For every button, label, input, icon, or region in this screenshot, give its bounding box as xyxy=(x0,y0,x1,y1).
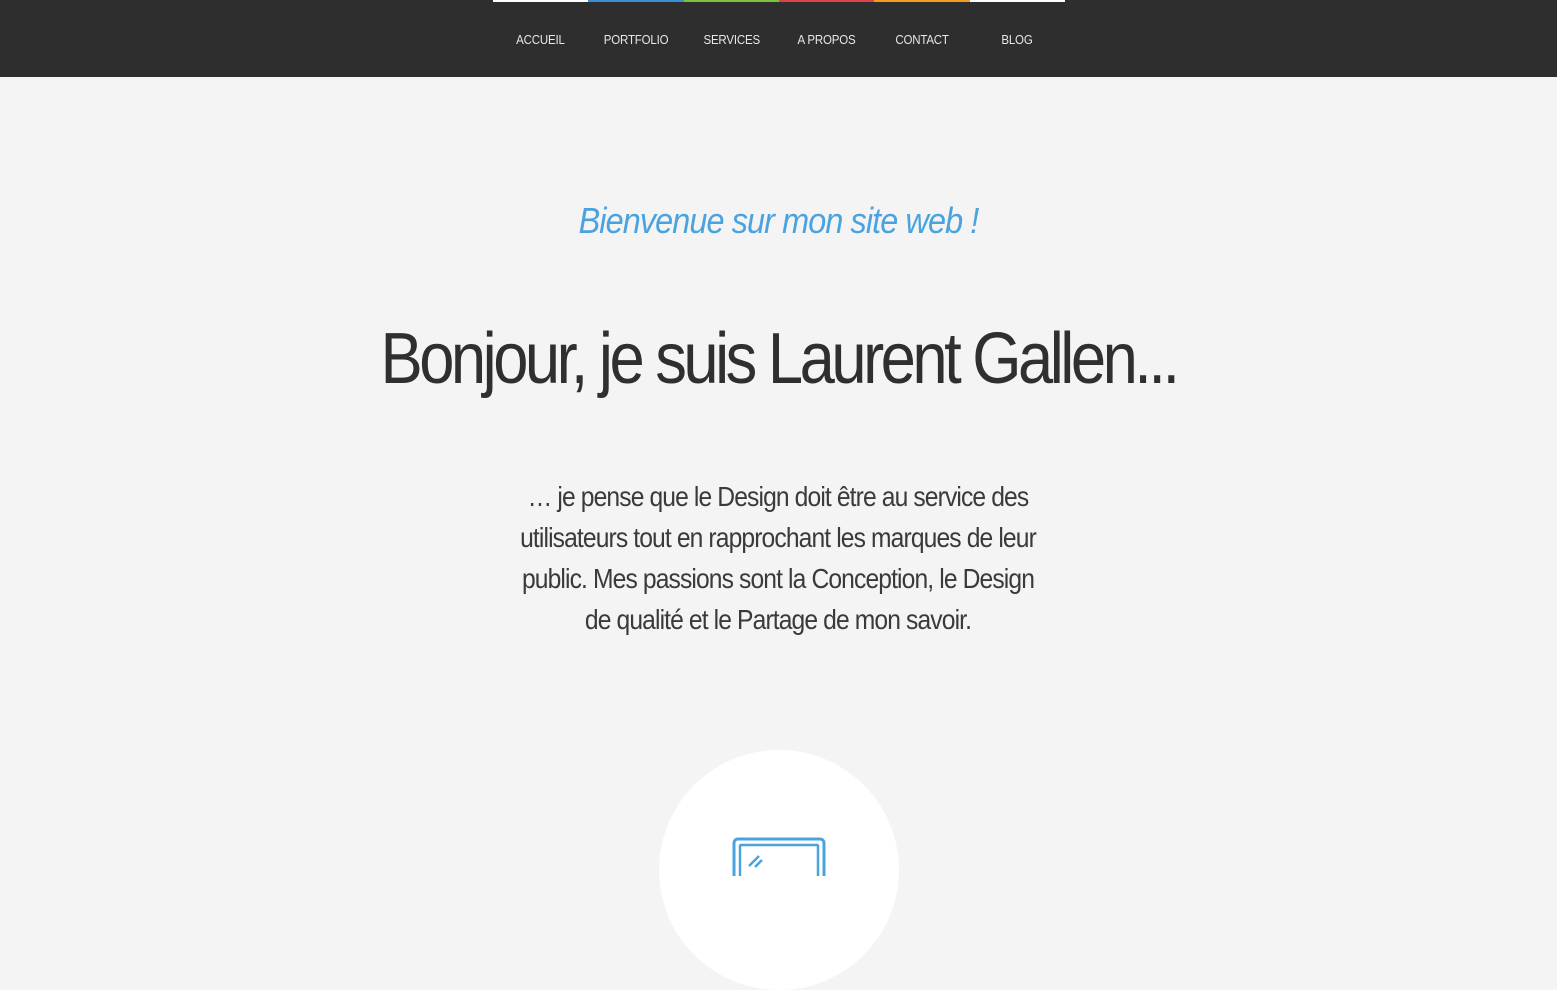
nav-label: SERVICES xyxy=(703,32,760,47)
monitor-icon xyxy=(732,837,826,876)
nav-label: ACCUEIL xyxy=(516,32,565,47)
top-navigation-bar: ACCUEIL PORTFOLIO SERVICES A PROPOS CONT… xyxy=(0,0,1557,77)
nav-item-services[interactable]: SERVICES xyxy=(683,0,779,77)
nav-item-a-propos[interactable]: A PROPOS xyxy=(778,0,875,77)
nav-label: CONTACT xyxy=(895,32,949,47)
nav-stripe xyxy=(874,0,970,2)
nav-stripe xyxy=(588,0,684,2)
page-headline: Bonjour, je suis Laurent Gallen... xyxy=(380,319,1180,399)
nav-stripe xyxy=(683,0,779,2)
nav-label: A PROPOS xyxy=(797,32,856,47)
nav-item-contact[interactable]: CONTACT xyxy=(874,0,970,77)
nav-stripe xyxy=(493,0,589,2)
welcome-tagline: Bienvenue sur mon site web ! xyxy=(578,200,980,241)
nav-label: PORTFOLIO xyxy=(603,32,669,47)
intro-paragraph: … je pense que le Design doit être au se… xyxy=(520,481,1037,635)
nav-stripe xyxy=(969,0,1065,2)
nav-item-accueil[interactable]: ACCUEIL xyxy=(493,0,589,77)
nav-label: BLOG xyxy=(1001,32,1033,47)
nav-item-blog[interactable]: BLOG xyxy=(969,0,1065,77)
nav-stripe xyxy=(778,0,875,2)
main-nav: ACCUEIL PORTFOLIO SERVICES A PROPOS CONT… xyxy=(493,0,1065,77)
nav-item-portfolio[interactable]: PORTFOLIO xyxy=(588,0,684,77)
